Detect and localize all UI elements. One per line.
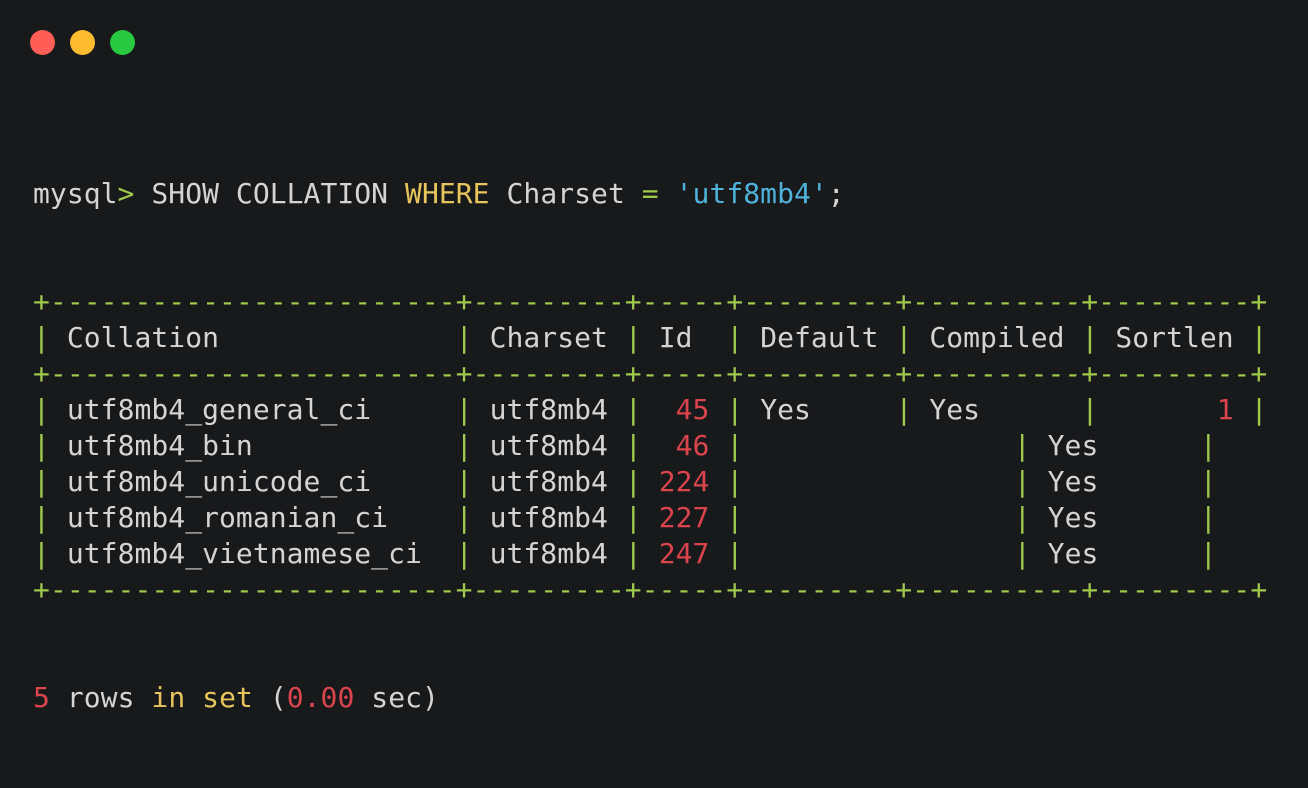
cell-separator: |: [624, 465, 642, 498]
cell-separator: |: [33, 537, 50, 570]
cell-separator: |: [33, 393, 50, 426]
prompt: mysql: [33, 177, 118, 210]
cell-charset: utf8mb4: [489, 537, 608, 570]
table-border: +------------------------+---------+----…: [33, 285, 1268, 318]
table-header: | Collation | Charset | Id | Default | C…: [33, 320, 1308, 356]
sql-where: WHERE: [405, 177, 490, 210]
query-time: 0.00: [286, 681, 355, 714]
in-word: in: [151, 681, 186, 714]
column-header-sortlen: Sortlen: [1115, 321, 1234, 354]
summary-line: 5 rows in set (0.00 sec): [33, 680, 1308, 716]
cell-separator: |: [895, 321, 913, 354]
cell-compiled: Yes: [1047, 501, 1099, 534]
close-button[interactable]: [30, 30, 55, 55]
cell-separator: |: [1081, 393, 1099, 426]
cell-separator: |: [455, 537, 473, 570]
window-controls: [30, 30, 135, 55]
cell-collation: utf8mb4_bin: [66, 429, 253, 462]
cell-id: 46: [675, 429, 710, 462]
table-border: +------------------------+---------+----…: [33, 357, 1268, 390]
sql-operator: =: [641, 177, 659, 210]
cell-separator: |: [1081, 321, 1099, 354]
cell-separator: |: [624, 321, 642, 354]
cell-separator: |: [455, 429, 473, 462]
cell-separator: |: [1250, 321, 1268, 354]
cell-id: 45: [675, 393, 710, 426]
cell-separator: |: [1013, 465, 1031, 498]
cell-id: 227: [658, 501, 710, 534]
cell-separator: |: [33, 465, 50, 498]
set-word: set: [202, 681, 253, 714]
table-row: | utf8mb4_unicode_ci | utf8mb4 | 224 | |…: [33, 464, 1308, 500]
cell-separator: |: [726, 429, 744, 462]
cell-collation: utf8mb4_general_ci: [66, 393, 372, 426]
cell-separator: |: [624, 501, 642, 534]
column-header-default: Default: [760, 321, 879, 354]
cell-collation: utf8mb4_vietnamese_ci: [66, 537, 422, 570]
cell-separator: |: [1199, 537, 1217, 570]
column-header-compiled: Compiled: [929, 321, 1065, 354]
cell-separator: |: [455, 393, 473, 426]
table-row: | utf8mb4_vietnamese_ci | utf8mb4 | 247 …: [33, 536, 1308, 572]
cell-compiled: Yes: [1047, 537, 1099, 570]
sql-terminator: ;: [827, 177, 845, 210]
cell-separator: |: [455, 465, 473, 498]
terminal-output[interactable]: mysql> SHOW COLLATION WHERE Charset = 'u…: [33, 104, 1308, 788]
open-paren: (: [269, 681, 287, 714]
cell-separator: |: [726, 393, 744, 426]
cell-separator: |: [33, 501, 50, 534]
cell-separator: |: [33, 321, 50, 354]
cell-separator: |: [624, 393, 642, 426]
column-header-charset: Charset: [489, 321, 608, 354]
cell-separator: |: [1013, 429, 1031, 462]
cell-id: 247: [658, 537, 710, 570]
column-header-id: Id: [658, 321, 693, 354]
cell-separator: |: [1250, 393, 1268, 426]
prompt-symbol: >: [117, 177, 135, 210]
cell-separator: |: [726, 465, 744, 498]
cell-charset: utf8mb4: [489, 429, 608, 462]
column-header-collation: Collation: [66, 321, 220, 354]
cell-separator: |: [1199, 501, 1217, 534]
time-unit: sec): [371, 681, 439, 714]
row-count: 5: [33, 681, 50, 714]
cell-charset: utf8mb4: [489, 465, 608, 498]
table-border: +------------------------+---------+----…: [33, 573, 1268, 606]
cell-separator: |: [1013, 501, 1031, 534]
cell-separator: |: [624, 429, 642, 462]
table-row: | utf8mb4_bin | utf8mb4 | 46 | | Yes | 1…: [33, 428, 1308, 464]
zoom-button[interactable]: [110, 30, 135, 55]
cell-separator: |: [1199, 429, 1217, 462]
cell-separator: |: [726, 537, 744, 570]
cell-separator: |: [895, 393, 913, 426]
cell-separator: |: [455, 321, 473, 354]
sql-show: SHOW COLLATION: [151, 177, 389, 210]
cell-separator: |: [1013, 537, 1031, 570]
cell-separator: |: [726, 321, 744, 354]
rows-word: rows: [66, 681, 135, 714]
cell-collation: utf8mb4_romanian_ci: [66, 501, 389, 534]
cell-separator: |: [33, 429, 50, 462]
cell-compiled: Yes: [1047, 465, 1099, 498]
cell-compiled: Yes: [1047, 429, 1099, 462]
cell-charset: utf8mb4: [489, 393, 608, 426]
cell-id: 224: [658, 465, 710, 498]
table-row: | utf8mb4_general_ci | utf8mb4 | 45 | Ye…: [33, 392, 1308, 428]
terminal-window: mysql> SHOW COLLATION WHERE Charset = 'u…: [0, 0, 1308, 714]
sql-column: Charset: [506, 177, 625, 210]
result-table: +------------------------+---------+----…: [33, 284, 1308, 608]
cell-collation: utf8mb4_unicode_ci: [66, 465, 372, 498]
minimize-button[interactable]: [70, 30, 95, 55]
cell-separator: |: [726, 501, 744, 534]
cell-separator: |: [1199, 465, 1217, 498]
cell-charset: utf8mb4: [489, 501, 608, 534]
cell-compiled: Yes: [929, 393, 981, 426]
command-line: mysql> SHOW COLLATION WHERE Charset = 'u…: [33, 176, 1308, 212]
cell-sortlen: 1: [1216, 393, 1234, 426]
cell-separator: |: [624, 537, 642, 570]
table-row: | utf8mb4_romanian_ci | utf8mb4 | 227 | …: [33, 500, 1308, 536]
sql-value: 'utf8mb4': [675, 177, 828, 210]
cell-separator: |: [455, 501, 473, 534]
cell-default: Yes: [760, 393, 811, 426]
